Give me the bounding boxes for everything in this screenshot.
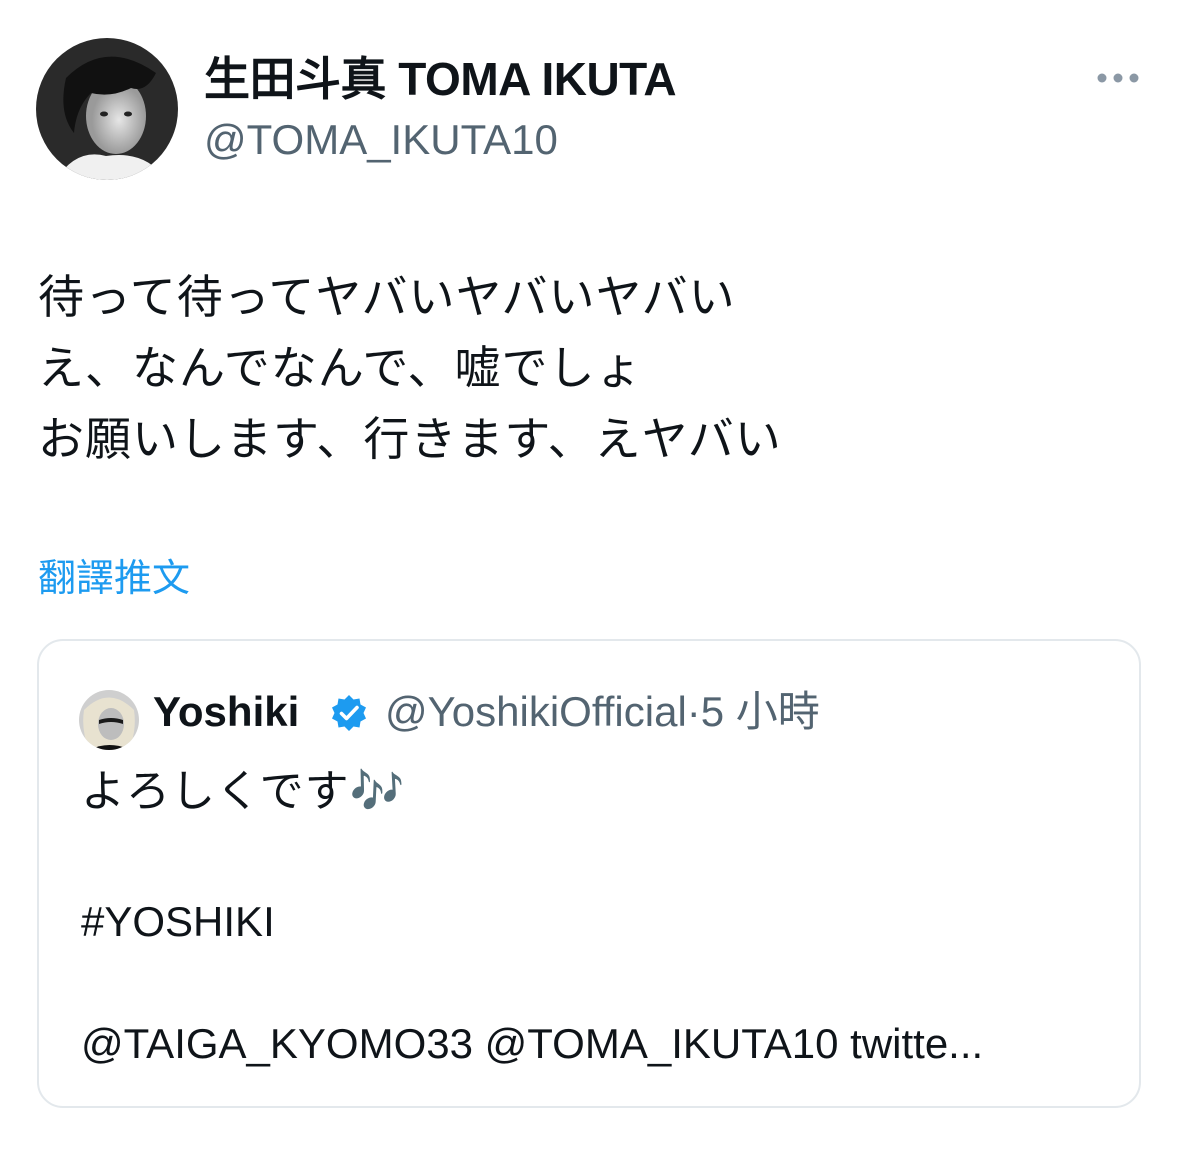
author-handle[interactable]: @TOMA_IKUTA10 — [204, 114, 558, 166]
quoted-author-avatar-image — [79, 690, 139, 750]
verified-badge-icon — [329, 693, 369, 733]
quoted-tweet-mentions: @TAIGA_KYOMO33 @TOMA_IKUTA10 twitte... — [81, 1020, 984, 1067]
author-display-name[interactable]: 生田斗真 TOMA IKUTA — [204, 52, 677, 106]
author-avatar-image — [36, 38, 178, 180]
more-options-button[interactable] — [1090, 58, 1146, 98]
author-avatar[interactable] — [36, 38, 178, 180]
quoted-author-avatar — [79, 690, 139, 750]
tweet-line: お願いします、行きます、えヤバい — [38, 413, 782, 465]
quoted-author-name: Yoshiki — [153, 688, 300, 735]
quoted-tweet-line: よろしくです🎶 — [81, 767, 406, 816]
quoted-tweet-meta: @YoshikiOfficial·5 小時 — [385, 685, 820, 739]
quoted-author-handle: @YoshikiOfficial — [385, 688, 687, 735]
tweet-line: え、なんでなんで、嘘でしょ — [38, 342, 643, 394]
meta-separator: · — [686, 688, 701, 735]
tweet-text: 待って待ってヤバいヤバいヤバい え、なんでなんで、嘘でしょ お願いします、行きま… — [38, 262, 782, 475]
translate-tweet-link[interactable]: 翻譯推文 — [38, 555, 190, 603]
quoted-tweet-hashtag: #YOSHIKI — [81, 898, 275, 945]
tweet-line: 待って待ってヤバいヤバいヤバい — [38, 271, 736, 323]
more-horizontal-icon — [1097, 73, 1139, 83]
quoted-tweet-card[interactable]: Yoshiki @YoshikiOfficial·5 小時 よろしくです🎶 #Y… — [37, 639, 1141, 1108]
quoted-tweet-time: 5 小時 — [700, 688, 820, 735]
